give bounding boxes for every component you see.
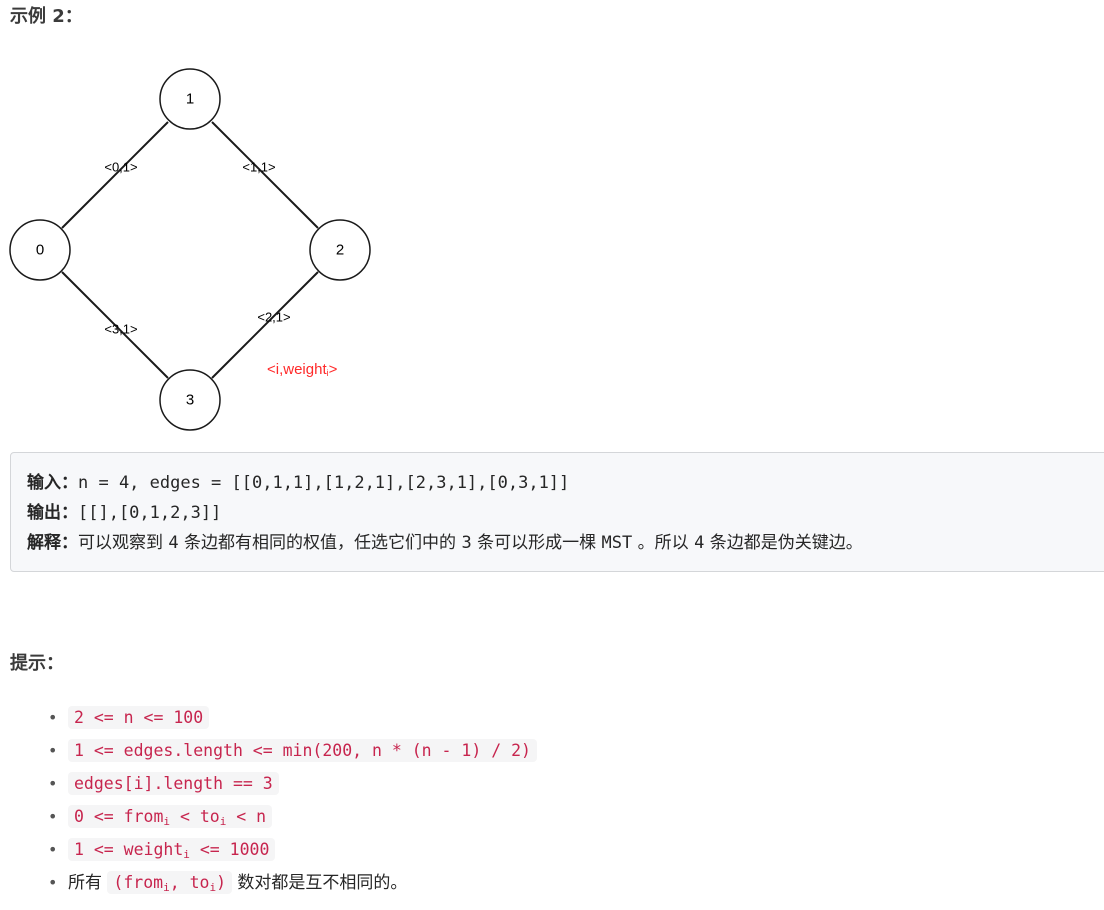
edge-legend-prefix: <i,weight (267, 361, 327, 378)
hint-item: • 1 <= weighti <= 1000 (48, 833, 537, 866)
node-2-label: 2 (336, 242, 344, 259)
code-part: 0 <= from (74, 807, 164, 826)
hint-text: 数对都是互不相同的。 (232, 873, 408, 893)
edge-label-1-2: <1,1> (242, 160, 275, 175)
explanation-part: 4 (168, 533, 179, 553)
bullet: • (48, 840, 58, 859)
bullet: • (48, 807, 58, 826)
edge-label-2-3: <2,1> (257, 310, 290, 325)
edge-legend: <i,weighti> (267, 361, 338, 379)
edge-legend-suffix: > (329, 361, 338, 378)
hint-code: (fromi, toi) (107, 871, 233, 894)
graph-figure: 1 0 2 3 <0,1> <1,1> <2,1> <3,1> <i,weigh… (9, 68, 371, 431)
hint-code: 1 <= weighti <= 1000 (68, 838, 276, 861)
input-value: n = 4, edges = [[0,1,1],[1,2,1],[2,3,1],… (78, 473, 570, 493)
edge-0-1 (61, 121, 169, 229)
explanation-part: 可以观察到 (78, 533, 169, 553)
hint-code: 0 <= fromi < toi < n (68, 805, 273, 828)
subscript: i (163, 881, 170, 894)
explanation-part: 4 (694, 533, 705, 553)
code-part: <= 1000 (189, 840, 270, 859)
edge-label-0-1: <0,1> (104, 160, 137, 175)
output-value: [[],[0,1,2,3]] (78, 503, 222, 523)
output-label: 输出： (27, 503, 78, 523)
subscript: i (183, 848, 190, 861)
code-part: 1 <= weight (74, 840, 184, 859)
node-0-label: 0 (36, 242, 44, 259)
hint-item: • 0 <= fromi < toi < n (48, 800, 537, 833)
example-explanation-line: 解释：可以观察到 4 条边都有相同的权值，任选它们中的 3 条可以形成一棵 MS… (27, 528, 1104, 558)
hint-item: • 所有 (fromi, toi) 数对都是互不相同的。 (48, 866, 537, 899)
bullet: • (48, 741, 58, 760)
bullet: • (48, 873, 58, 892)
bullet: • (48, 774, 58, 793)
example-heading: 示例 2： (10, 6, 83, 27)
explanation-part: 3 (461, 533, 472, 553)
hint-text: 所有 (68, 873, 108, 893)
hint-code: edges[i].length == 3 (68, 772, 279, 795)
explanation-part: 。所以 (632, 533, 695, 553)
hint-item: • edges[i].length == 3 (48, 767, 537, 800)
bullet: • (48, 708, 58, 727)
node-3-label: 3 (186, 392, 194, 409)
code-part: ) (216, 873, 227, 892)
edge-label-0-3: <3,1> (104, 322, 137, 337)
hints-heading: 提示： (10, 653, 64, 674)
hint-item: • 1 <= edges.length <= min(200, n * (n -… (48, 734, 537, 767)
edge-1-2 (211, 121, 319, 229)
node-1-label: 1 (186, 91, 194, 108)
explanation-part: 条边都有相同的权值，任选它们中的 (178, 533, 462, 553)
hint-item: • 2 <= n <= 100 (48, 701, 537, 734)
explanation-part: 条边都是伪关键边。 (704, 533, 863, 553)
example-output-line: 输出：[[],[0,1,2,3]] (27, 498, 1104, 528)
code-part: < to (170, 807, 220, 826)
hint-code: 2 <= n <= 100 (68, 706, 210, 729)
code-part: , to (169, 873, 210, 892)
example-box: 输入：n = 4, edges = [[0,1,1],[1,2,1],[2,3,… (10, 452, 1104, 572)
explanation-part: 条可以形成一棵 (471, 533, 602, 553)
input-label: 输入： (27, 473, 78, 493)
explanation-part: MST (601, 533, 633, 553)
code-part: (from (113, 873, 164, 892)
example-input-line: 输入：n = 4, edges = [[0,1,1],[1,2,1],[2,3,… (27, 468, 1104, 498)
explanation-label: 解释： (27, 533, 78, 553)
code-part: < n (226, 807, 267, 826)
hint-code: 1 <= edges.length <= min(200, n * (n - 1… (68, 739, 537, 762)
hints-list: • 2 <= n <= 100 • 1 <= edges.length <= m… (48, 701, 537, 899)
